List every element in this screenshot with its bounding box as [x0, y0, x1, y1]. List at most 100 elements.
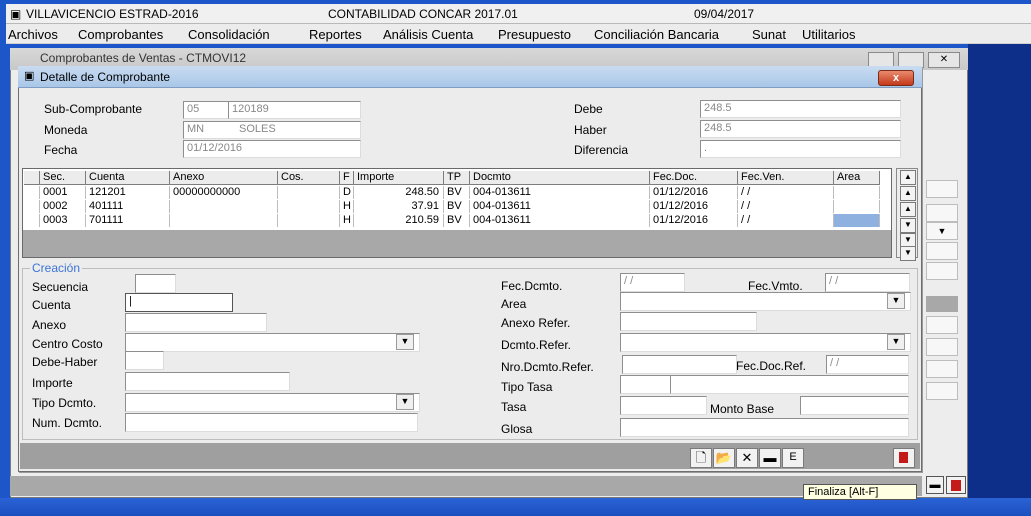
- cell-cos[interactable]: [278, 186, 340, 199]
- col-header-docmto[interactable]: Docmto: [470, 171, 650, 185]
- fec-vmto-input[interactable]: / /: [825, 273, 910, 292]
- cell-cos[interactable]: [278, 214, 340, 227]
- cell-fec-doc[interactable]: 01/12/2016: [650, 214, 738, 227]
- tasa-input[interactable]: [620, 396, 707, 415]
- chevron-down-icon[interactable]: ▼: [887, 334, 905, 350]
- cell-importe[interactable]: 210.59: [354, 214, 444, 227]
- cell-tp[interactable]: BV: [444, 186, 470, 199]
- col-header-cuenta[interactable]: Cuenta: [86, 171, 170, 185]
- cell-anexo[interactable]: 00000000000: [170, 186, 278, 199]
- exit-icon[interactable]: [893, 448, 915, 468]
- area-select[interactable]: [620, 292, 911, 311]
- dcmto-refer-select[interactable]: [620, 333, 911, 352]
- debe-haber-input[interactable]: [125, 351, 164, 370]
- cell-sec[interactable]: 0002: [40, 200, 86, 213]
- col-header-fec-ven[interactable]: Fec.Ven.: [738, 171, 834, 185]
- delete-icon[interactable]: ✕: [736, 448, 758, 468]
- cell-cos[interactable]: [278, 200, 340, 213]
- menu-presupuesto[interactable]: Presupuesto: [498, 27, 571, 42]
- secuencia-input[interactable]: [135, 274, 176, 293]
- glosa-input[interactable]: [620, 418, 909, 437]
- back-field[interactable]: [926, 316, 958, 334]
- scroll-bottom-icon[interactable]: ▼: [900, 246, 916, 261]
- diferencia-field[interactable]: .: [700, 140, 901, 158]
- back-dropdown[interactable]: ▼: [926, 222, 958, 240]
- new-icon[interactable]: 🗋: [690, 448, 712, 468]
- cell-anexo[interactable]: [170, 200, 278, 213]
- cell-sec[interactable]: 0001: [40, 186, 86, 199]
- cell-area-selected[interactable]: [834, 214, 880, 227]
- scroll-top-icon[interactable]: ▲: [900, 170, 916, 185]
- cell-importe[interactable]: 248.50: [354, 186, 444, 199]
- haber-field[interactable]: 248.5: [700, 120, 901, 138]
- scroll-up-icon[interactable]: ▲: [900, 202, 916, 217]
- tipo-tasa-description[interactable]: [670, 375, 909, 394]
- cell-docmto[interactable]: 004-013611: [470, 214, 650, 227]
- menu-archivos[interactable]: Archivos: [8, 27, 58, 42]
- cell-importe[interactable]: 37.91: [354, 200, 444, 213]
- cell-f[interactable]: H: [340, 200, 354, 213]
- chevron-down-icon[interactable]: ▼: [887, 293, 905, 309]
- subcomprobante-code[interactable]: 05: [183, 101, 230, 119]
- col-header-cos[interactable]: Cos.: [278, 171, 340, 185]
- cell-fec-ven[interactable]: / /: [738, 214, 834, 227]
- col-header-tp[interactable]: TP: [444, 171, 470, 185]
- col-header-f[interactable]: F: [340, 171, 354, 185]
- cell-f[interactable]: H: [340, 214, 354, 227]
- cell-cuenta[interactable]: 701111: [86, 214, 170, 227]
- edit-button[interactable]: E: [782, 448, 804, 468]
- row-indicator[interactable]: [24, 200, 40, 213]
- anexo-input[interactable]: [125, 313, 267, 332]
- back-field[interactable]: [926, 204, 958, 222]
- cell-fec-doc[interactable]: 01/12/2016: [650, 186, 738, 199]
- row-indicator[interactable]: [24, 186, 40, 199]
- centro-costo-select[interactable]: [125, 333, 420, 352]
- fec-doc-ref-input[interactable]: / /: [826, 355, 909, 374]
- col-header-sec[interactable]: Sec.: [40, 171, 86, 185]
- num-dcmto-input[interactable]: [125, 413, 418, 432]
- menu-comprobantes[interactable]: Comprobantes: [78, 27, 163, 42]
- back-field[interactable]: [926, 338, 958, 356]
- fecha-field[interactable]: 01/12/2016: [183, 140, 361, 158]
- cell-cuenta[interactable]: 401111: [86, 200, 170, 213]
- chevron-down-icon[interactable]: ▼: [396, 334, 414, 350]
- nro-dcmto-refer-input[interactable]: [622, 355, 737, 374]
- back-field[interactable]: [926, 180, 958, 198]
- back-field[interactable]: [926, 262, 958, 280]
- cell-cuenta[interactable]: 121201: [86, 186, 170, 199]
- cell-sec[interactable]: 0003: [40, 214, 86, 227]
- row-indicator[interactable]: [24, 214, 40, 227]
- menu-sunat[interactable]: Sunat: [752, 27, 786, 42]
- menu-reportes[interactable]: Reportes: [309, 27, 362, 42]
- back-exit-icon[interactable]: [946, 476, 966, 494]
- cuenta-input[interactable]: |: [125, 293, 233, 312]
- back-field[interactable]: [926, 360, 958, 378]
- cell-area[interactable]: [834, 186, 880, 199]
- save-icon[interactable]: ▬: [759, 448, 781, 468]
- monto-base-input[interactable]: [800, 396, 909, 415]
- col-header-area[interactable]: Area: [834, 171, 880, 185]
- cell-fec-doc[interactable]: 01/12/2016: [650, 200, 738, 213]
- tipo-dcmto-select[interactable]: [125, 393, 420, 412]
- subcomprobante-number[interactable]: 120189: [228, 101, 361, 119]
- debe-field[interactable]: 248.5: [700, 100, 901, 118]
- cell-fec-ven[interactable]: / /: [738, 186, 834, 199]
- cell-anexo[interactable]: [170, 214, 278, 227]
- menu-analisis-cuenta[interactable]: Análisis Cuenta: [383, 27, 473, 42]
- col-header-fec-doc[interactable]: Fec.Doc.: [650, 171, 738, 185]
- scroll-page-up-icon[interactable]: ▲: [900, 186, 916, 201]
- col-header-anexo[interactable]: Anexo: [170, 171, 278, 185]
- anexo-refer-input[interactable]: [620, 312, 757, 331]
- col-header-importe[interactable]: Importe: [354, 171, 444, 185]
- menu-utilitarios[interactable]: Utilitarios: [802, 27, 855, 42]
- menu-consolidacion[interactable]: Consolidación: [188, 27, 270, 42]
- tipo-tasa-code[interactable]: [620, 375, 671, 394]
- cell-docmto[interactable]: 004-013611: [470, 200, 650, 213]
- back-field[interactable]: [926, 242, 958, 260]
- moneda-field[interactable]: MN SOLES: [183, 121, 361, 139]
- open-folder-icon[interactable]: 📂: [713, 448, 735, 468]
- cell-tp[interactable]: BV: [444, 214, 470, 227]
- menu-conciliacion-bancaria[interactable]: Conciliación Bancaria: [594, 27, 719, 42]
- cell-area[interactable]: [834, 200, 880, 213]
- cell-f[interactable]: D: [340, 186, 354, 199]
